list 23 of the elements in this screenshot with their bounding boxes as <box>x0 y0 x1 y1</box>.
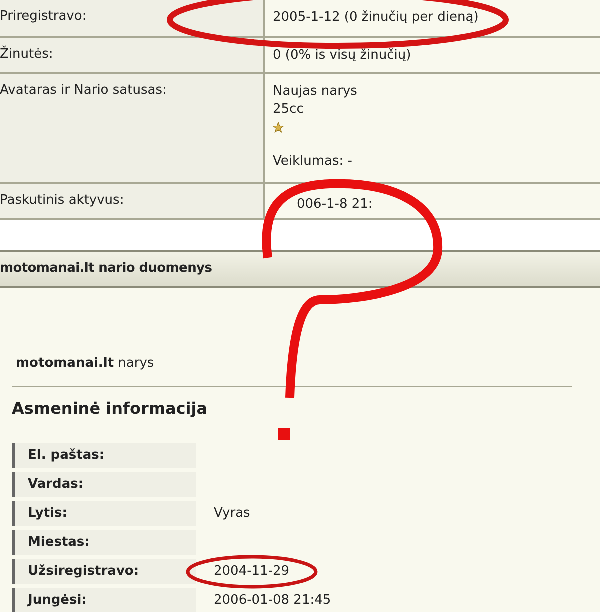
field-label: Žinutės: <box>0 47 54 62</box>
field-value: Veiklumas: - <box>273 153 352 171</box>
field-label: Užsiregistravo: <box>12 559 196 584</box>
field-label: El. paštas: <box>12 443 196 468</box>
field-value: 2005-1-12 (0 žinučių per dieną) <box>273 9 479 27</box>
field-value: Naujas narys <box>273 83 358 101</box>
field-label: Miestas: <box>12 530 196 555</box>
field-value: 2006-01-08 21:45 <box>214 593 332 608</box>
field-value: 25cc <box>273 101 304 119</box>
field-value: 006-1-8 21: <box>297 196 373 214</box>
star-icon <box>273 122 284 133</box>
field-label: Avataras ir Nario satusas: <box>0 83 167 98</box>
field-label: Vardas: <box>12 472 196 497</box>
field-label: Jungėsi: <box>12 588 196 612</box>
field-value: Vyras <box>214 506 250 521</box>
field-label: Priregistravo: <box>0 9 87 24</box>
section-heading: Asmeninė informacija <box>12 398 209 420</box>
section-header: motomanai.lt nario duomenys <box>0 250 600 288</box>
field-value: 2004-11-29 <box>214 564 290 579</box>
field-value: 0 (0% is visų žinučių) <box>273 47 412 65</box>
field-label: Lytis: <box>12 501 196 526</box>
member-title: motomanai.lt narys <box>15 355 156 373</box>
field-label: Paskutinis aktyvus: <box>0 193 124 208</box>
